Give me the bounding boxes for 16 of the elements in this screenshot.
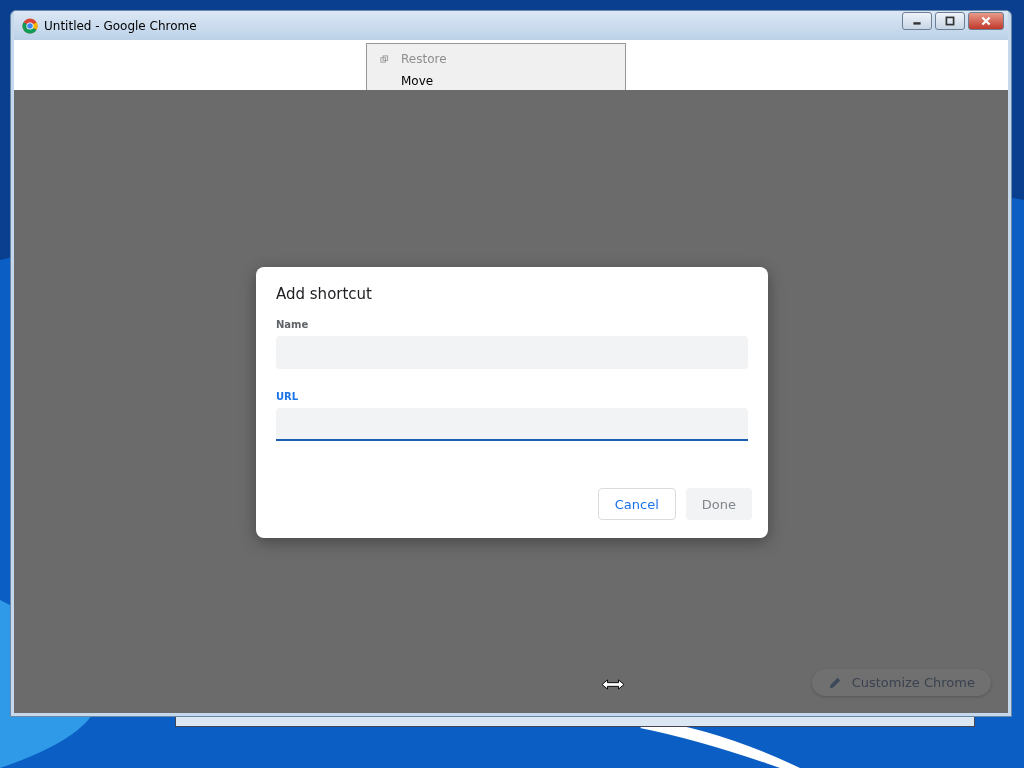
close-icon [980,16,992,26]
menu-item[interactable]: Move [367,70,625,90]
restore-button[interactable] [935,12,965,30]
dialog-title: Add shortcut [276,285,373,303]
resize-cursor-icon [601,679,625,690]
window-title: Untitled - Google Chrome [44,18,197,33]
field-label: Name [276,319,310,330]
browser-logo-icon [22,17,38,34]
close-button[interactable] [968,12,1004,30]
restore-icon [379,54,389,64]
field-label: URL [276,391,300,402]
cancel-button[interactable]: Cancel [597,488,676,520]
pencil-icon [827,675,842,690]
input-field[interactable] [276,408,748,441]
maximize-icon [944,16,956,26]
minimize-button[interactable] [902,12,932,30]
